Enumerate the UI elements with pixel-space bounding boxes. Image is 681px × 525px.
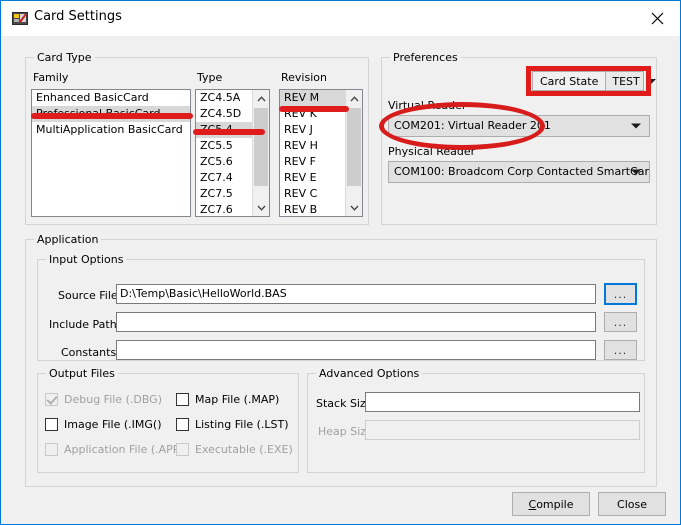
title-bar: Card Settings [1, 1, 680, 36]
compile-button-label: Compile [529, 498, 574, 511]
checkbox-label: Map File (.MAP) [195, 393, 280, 406]
close-button[interactable]: Close [598, 492, 666, 516]
list-item[interactable]: REV H [280, 138, 345, 154]
constants-label: Constants [61, 346, 117, 359]
window-title: Card Settings [34, 9, 122, 24]
list-item[interactable]: REV B [280, 202, 345, 216]
list-item[interactable]: ZC5.4 [196, 122, 252, 138]
advanced-options-group-label: Advanced Options [316, 367, 423, 380]
card-state-value: TEST [612, 74, 640, 88]
list-item[interactable]: REV M [280, 90, 345, 106]
input-options-group-label: Input Options [46, 253, 127, 266]
type-listbox[interactable]: ZC4.5A ZC4.5D ZC5.4 ZC5.5 ZC5.6 ZC7.4 ZC… [195, 89, 270, 217]
checkbox-executable: Executable (.EXE) [176, 443, 293, 456]
checkbox-map-file[interactable]: Map File (.MAP) [176, 393, 279, 406]
list-item[interactable]: MultiApplication BasicCard [32, 122, 190, 138]
type-scroll-thumb[interactable] [254, 108, 268, 186]
chevron-down-icon[interactable] [631, 123, 641, 129]
compile-button[interactable]: Compile [512, 492, 590, 516]
list-item[interactable]: Enhanced BasicCard [32, 90, 190, 106]
scroll-up-icon[interactable] [346, 90, 362, 107]
virtual-reader-value: COM201: Virtual Reader 201 [394, 119, 551, 132]
checkbox-label: Application File (.APP) [64, 443, 184, 456]
checkbox-icon [45, 443, 58, 456]
revision-scroll-thumb[interactable] [347, 108, 361, 186]
list-item[interactable]: REV E [280, 170, 345, 186]
checkbox-label: Listing File (.LST) [195, 418, 289, 431]
chevron-down-icon[interactable] [645, 72, 656, 90]
type-scrollbar[interactable] [252, 90, 269, 216]
source-file-browse-button[interactable]: ... [604, 283, 637, 305]
checkbox-icon[interactable] [45, 418, 58, 431]
card-state-label: Card State [533, 72, 607, 90]
card-state-combo[interactable]: Card State TEST [532, 71, 656, 91]
scroll-down-icon[interactable] [346, 199, 362, 216]
card-type-group-label: Card Type [34, 51, 95, 64]
stack-size-input[interactable] [365, 392, 640, 412]
checkbox-icon[interactable] [176, 418, 189, 431]
physical-reader-value: COM100: Broadcom Corp Contacted SmartCar… [394, 165, 650, 178]
application-group-label: Application [34, 233, 102, 246]
list-item[interactable]: ZC7.4 [196, 170, 252, 186]
heap-size-input [365, 420, 640, 440]
list-item[interactable]: REV F [280, 154, 345, 170]
physical-reader-combo[interactable]: COM100: Broadcom Corp Contacted SmartCar… [388, 161, 650, 183]
list-item[interactable]: ZC5.5 [196, 138, 252, 154]
revision-scrollbar[interactable] [345, 90, 362, 216]
checkbox-icon [176, 443, 189, 456]
list-item[interactable]: ZC7.5 [196, 186, 252, 202]
output-files-group-label: Output Files [46, 367, 118, 380]
revision-label: Revision [281, 71, 327, 84]
list-item[interactable]: ZC5.6 [196, 154, 252, 170]
checkbox-debug-file: Debug File (.DBG) [45, 393, 162, 406]
list-item[interactable]: REV K [280, 106, 345, 122]
virtual-reader-combo[interactable]: COM201: Virtual Reader 201 [388, 115, 650, 137]
checkbox-label: Image File (.IMG() [64, 418, 162, 431]
compile-label-rest: ompile [536, 497, 574, 511]
list-item[interactable]: ZC7.6 [196, 202, 252, 216]
list-item[interactable]: ZC4.5D [196, 106, 252, 122]
checkbox-listing-file[interactable]: Listing File (.LST) [176, 418, 289, 431]
card-settings-dialog: Card Settings Card Type Family Type Revi… [0, 0, 681, 525]
checkbox-icon [45, 393, 58, 406]
family-listbox[interactable]: Enhanced BasicCard Professional BasicCar… [31, 89, 191, 217]
virtual-reader-label: Virtual Reader [388, 99, 467, 112]
source-file-input[interactable]: D:\Temp\Basic\HelloWorld.BAS [116, 284, 596, 304]
checkbox-application-file: Application File (.APP) [45, 443, 184, 456]
family-label: Family [33, 71, 69, 84]
scroll-up-icon[interactable] [253, 90, 269, 107]
constants-browse-button[interactable]: ... [604, 340, 637, 360]
checkbox-icon[interactable] [176, 393, 189, 406]
chevron-down-icon[interactable] [631, 169, 641, 175]
include-paths-browse-button[interactable]: ... [604, 312, 637, 332]
include-paths-label: Include Paths [49, 318, 123, 331]
close-icon[interactable] [634, 1, 680, 35]
source-file-label: Source File [58, 289, 118, 302]
checkbox-image-file[interactable]: Image File (.IMG() [45, 418, 161, 431]
include-paths-input[interactable] [116, 312, 596, 332]
constants-input[interactable] [116, 340, 596, 360]
card-settings-icon [12, 11, 28, 26]
list-item[interactable]: REV C [280, 186, 345, 202]
list-item[interactable]: ZC4.5A [196, 90, 252, 106]
list-item[interactable]: Professional BasicCard [32, 106, 190, 122]
list-item[interactable]: REV J [280, 122, 345, 138]
physical-reader-label: Physical Reader [388, 145, 476, 158]
checkbox-label: Debug File (.DBG) [64, 393, 163, 406]
preferences-group-label: Preferences [390, 51, 461, 64]
revision-listbox[interactable]: REV M REV K REV J REV H REV F REV E REV … [279, 89, 363, 217]
type-label: Type [197, 71, 223, 84]
scroll-down-icon[interactable] [253, 199, 269, 216]
checkbox-label: Executable (.EXE) [195, 443, 293, 456]
